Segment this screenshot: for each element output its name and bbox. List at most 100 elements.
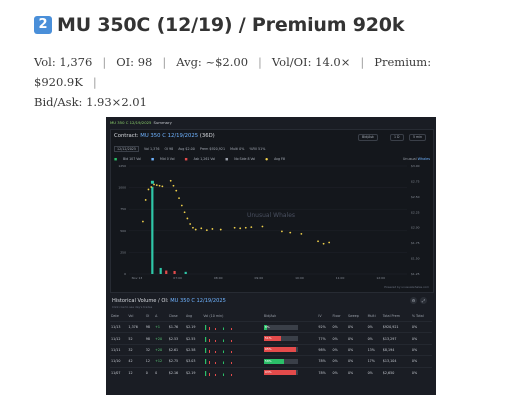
history-cell-iv: 77%: [317, 332, 332, 345]
history-title: Historical Volume / OI: MU 350 C 12/19/2…: [112, 298, 226, 304]
history-row[interactable]: 11/11 32 32 +20 $2.61 $2.58 95% 98% 0% 0% 13% $8,19…: [110, 343, 432, 356]
history-cell-sweep: 0%: [346, 320, 367, 333]
y-right-tick: $1.25: [411, 272, 420, 276]
history-column-header[interactable]: Vol (10 min): [202, 313, 260, 322]
y-left-tick: 250: [120, 250, 126, 254]
avg-fill-point: [328, 241, 331, 244]
history-column-header[interactable]: Avg: [185, 313, 202, 322]
history-cell-total-prem: $13,297: [381, 332, 411, 345]
y-left-tick: 0: [124, 272, 126, 276]
volume-bar: [151, 186, 154, 274]
y-right-tick: $2.75: [411, 179, 420, 183]
history-cell-floor: 0%: [331, 366, 347, 378]
history-row[interactable]: 11/07 12 0 0 $2.16 $2.19 93% 78% 0% 0% 0% $2,650 0%: [110, 366, 432, 378]
y-left-tick: 1250: [118, 164, 126, 168]
avg-fill-point: [194, 228, 197, 231]
avg-fill-point: [317, 240, 319, 243]
history-column-header[interactable]: Total Prem: [382, 313, 411, 322]
volume-sparkline: [202, 355, 260, 367]
avg-fill-point: [150, 186, 153, 188]
history-cell-date: 11/13: [110, 320, 128, 333]
avg-fill-point: [161, 185, 164, 188]
chart-legend: ■ Bid 107 Vol ■ Mid 0 Vol ■ Ask 1,261 Vol ■…: [114, 157, 286, 161]
history-cell-date: 11/07: [110, 366, 128, 378]
avg-fill-point: [183, 211, 186, 214]
history-row[interactable]: 11/13 1,376 98 +1 $1.76 $2.19 8% 92% 0% 0% 0% $920,…: [110, 320, 432, 333]
history-cell-pct-total: 0%: [410, 320, 432, 333]
y-left-tick: 750: [120, 207, 126, 211]
history-cell-floor: 0%: [331, 332, 347, 345]
history-cell-vol: 42: [127, 355, 145, 367]
y-right-tick: $2.50: [411, 195, 420, 199]
history-column-header[interactable]: Bid/Ask: [263, 313, 318, 322]
history-cell-oi: 32: [144, 343, 155, 356]
history-column-header[interactable]: Δ: [154, 313, 168, 322]
history-cell-sweep: 0%: [346, 366, 367, 378]
x-tick: 12:00: [376, 276, 385, 280]
heading-text: MU 350C (12/19) / Premium 920k: [57, 14, 405, 36]
powered-by: Powered by unusualwhales.com: [384, 285, 429, 289]
x-tick: 11:00: [336, 276, 345, 280]
history-cell-total-prem: $920,921: [381, 320, 411, 333]
avg-fill-point: [192, 226, 194, 229]
avg-fill-point: [244, 226, 247, 229]
volume-chart: 0 250 500 750 1000 1250 $1.25 $1.50 $1.75 $2.00 $…: [118, 164, 429, 289]
avg-fill-point: [322, 242, 325, 245]
history-column-header[interactable]: Floor: [332, 313, 347, 322]
history-cell-pct-total: 0%: [410, 332, 432, 345]
volume-bar: [184, 271, 187, 274]
x-tick: 10:00: [295, 276, 304, 280]
post-heading: 2 MU 350C (12/19) / Premium 920k: [34, 14, 404, 36]
history-cell-vol: 1,376: [127, 320, 145, 333]
avg-fill-point: [142, 220, 144, 223]
history-column-header[interactable]: Close: [168, 313, 185, 322]
avg-fill-point: [205, 229, 208, 232]
avg-fill-point: [144, 199, 147, 201]
unusual-whales-link[interactable]: Unusual Whales: [403, 157, 430, 161]
stat-bid-ask: Bid/Ask: 1.93×2.01: [34, 95, 147, 109]
history-cell-multi: 0%: [366, 320, 382, 333]
history-column-header[interactable]: Sweep: [347, 313, 367, 322]
settings-icon[interactable]: ⚙: [410, 297, 417, 304]
x-tick: Nov 13: [132, 276, 143, 280]
history-cell-pct-total: 0%: [410, 366, 432, 378]
history-cell-iv: 92%: [317, 320, 332, 333]
trade-marker: [150, 180, 154, 184]
interval-select[interactable]: 5 min: [409, 134, 427, 141]
volume-sparkline: [202, 343, 260, 356]
range-select[interactable]: 1 D: [390, 134, 404, 141]
number-badge: 2: [34, 16, 52, 34]
history-cell-floor: 0%: [331, 343, 347, 356]
history-column-header[interactable]: IV: [317, 313, 331, 322]
history-row[interactable]: 11/12 52 98 +20 $2.53 $2.55 51% 77% 0% 0% 0% $13,29…: [110, 332, 432, 345]
history-cell-multi: 17%: [366, 355, 382, 367]
history-cell-delta: +20: [154, 343, 168, 356]
bid-ask-select[interactable]: Bid/Ask: [358, 134, 378, 141]
history-column-header[interactable]: OI: [145, 313, 154, 322]
avg-fill-point: [250, 226, 253, 228]
contract-stats: 12/12/2025 Vol 1,376 OI 98 Avg $2.00 Prem $9…: [114, 146, 270, 152]
stat-vol: Vol: 1,376: [34, 55, 93, 69]
history-cell-sweep: 0%: [346, 343, 367, 356]
avg-fill-point: [172, 184, 175, 187]
y-right-tick: $3.00: [411, 164, 420, 168]
history-cell-delta: +20: [154, 332, 168, 345]
bid-ask-bar: 93%: [262, 366, 318, 378]
history-cell-pct-total: 0%: [410, 355, 432, 367]
history-cell-floor: 0%: [331, 320, 347, 333]
stat-avg: Avg: ~$2.00: [176, 55, 249, 69]
history-row[interactable]: 11/10 42 12 +12 $2.75 $3.03 58% 78% 0% 0% 17% $13,1…: [110, 355, 432, 367]
avg-fill-point: [261, 225, 264, 228]
avg-fill-point: [289, 231, 292, 234]
history-column-header[interactable]: Vol: [127, 313, 144, 322]
history-column-header[interactable]: Date: [110, 313, 127, 322]
avg-fill-point: [155, 184, 158, 187]
history-column-header[interactable]: Multi: [367, 313, 382, 322]
y-right-tick: $2.25: [411, 210, 420, 214]
y-right-tick: $2.00: [411, 226, 420, 230]
expand-icon[interactable]: ⤢: [420, 297, 427, 304]
history-column-header[interactable]: % Total: [411, 313, 432, 322]
stat-vol-oi: Vol/OI: 14.0×: [271, 55, 351, 69]
avg-fill-point: [233, 226, 236, 229]
avg-fill-point: [153, 183, 155, 186]
